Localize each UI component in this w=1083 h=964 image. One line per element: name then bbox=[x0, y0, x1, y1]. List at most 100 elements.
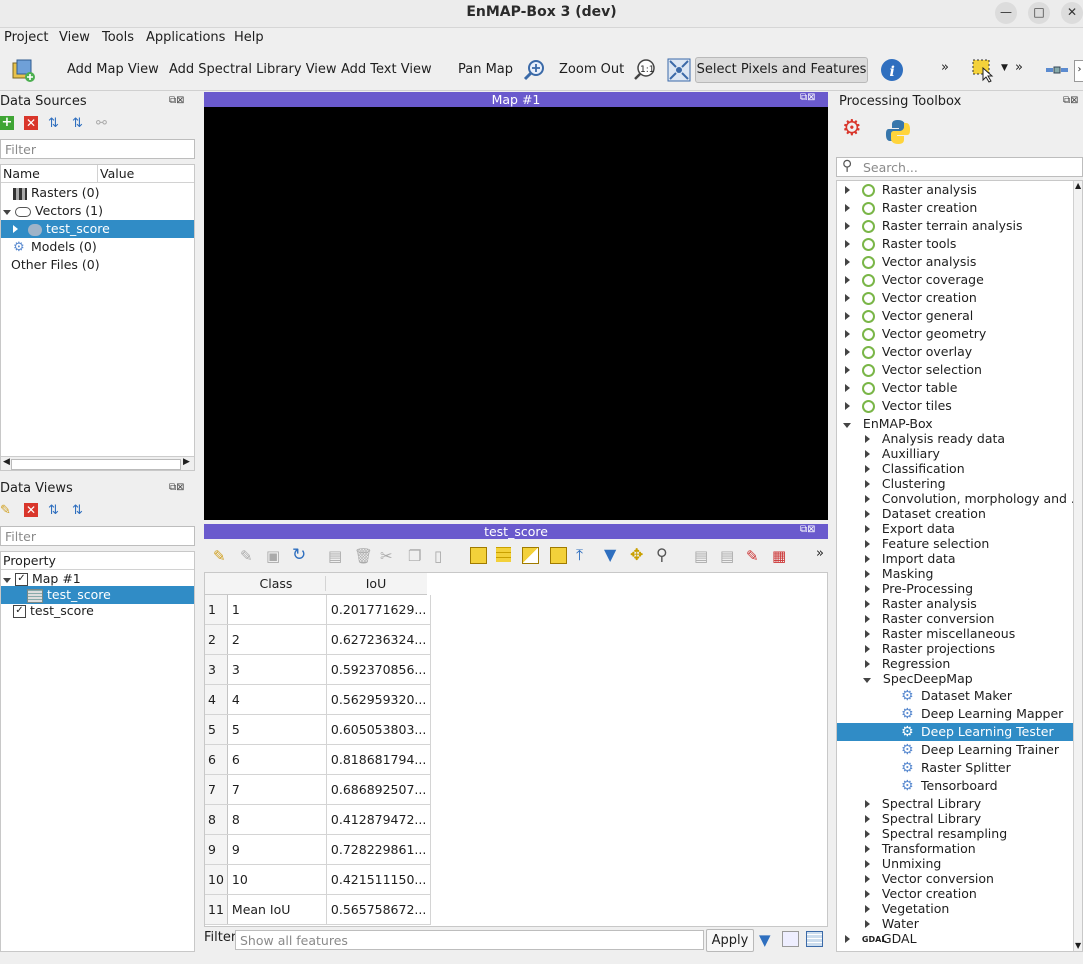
table-row[interactable]: 8 8 0.412879472... bbox=[205, 804, 432, 835]
class-cell[interactable]: Mean IoU bbox=[227, 894, 327, 925]
column-header-property[interactable]: Property bbox=[1, 552, 194, 570]
processing-tool[interactable]: ⚙ Deep Learning Trainer bbox=[837, 741, 1082, 759]
column-header-name[interactable]: Name bbox=[1, 165, 99, 183]
row-number[interactable]: 6 bbox=[205, 744, 228, 775]
processing-tool[interactable]: ⚙ Tensorboard bbox=[837, 777, 1082, 795]
expand-arrow-icon[interactable] bbox=[3, 578, 11, 583]
tree-item-test-score-view[interactable]: ✓ test_score bbox=[1, 602, 194, 620]
toolbar-scroll-right-icon[interactable]: › bbox=[1074, 60, 1083, 82]
processing-group[interactable]: Vector creation bbox=[837, 289, 1082, 307]
new-field-icon[interactable]: ▤ bbox=[694, 547, 708, 565]
delete-field-icon[interactable]: ▤ bbox=[720, 547, 734, 565]
toolbar-overflow-icon-2[interactable]: » bbox=[1015, 60, 1023, 75]
delete-feature-icon[interactable]: 🗑 bbox=[354, 547, 373, 565]
expand-arrow-icon[interactable] bbox=[865, 830, 870, 838]
row-number[interactable]: 2 bbox=[205, 624, 228, 655]
processing-search-input[interactable]: Search... bbox=[836, 157, 1083, 177]
maximize-button[interactable]: □ bbox=[1028, 2, 1050, 24]
column-header-iou[interactable]: IoU bbox=[326, 576, 426, 591]
expand-arrow-icon[interactable] bbox=[845, 204, 850, 212]
horizontal-scrollbar[interactable]: ◀ ▶ bbox=[1, 456, 194, 470]
add-spectral-library-view-button[interactable]: Add Spectral Library View bbox=[169, 62, 337, 77]
table-row[interactable]: 7 7 0.686892507... bbox=[205, 774, 432, 805]
expand-arrow-icon[interactable] bbox=[845, 935, 850, 943]
multi-edit-icon[interactable]: ✎ bbox=[240, 547, 253, 565]
class-cell[interactable]: 1 bbox=[227, 595, 327, 625]
expand-arrow-icon[interactable] bbox=[865, 525, 870, 533]
reload-icon[interactable]: ↻ bbox=[292, 545, 306, 565]
paste-icon[interactable]: ▯ bbox=[434, 547, 442, 565]
expand-arrow-icon[interactable] bbox=[865, 860, 870, 868]
expand-arrow-icon[interactable] bbox=[3, 210, 11, 215]
expand-arrow-icon[interactable] bbox=[845, 240, 850, 248]
processing-gear-icon[interactable]: ⚙ bbox=[842, 116, 862, 141]
menu-project[interactable]: Project bbox=[4, 30, 48, 45]
row-number[interactable]: 10 bbox=[205, 864, 228, 895]
iou-cell[interactable]: 0.686892507... bbox=[326, 774, 432, 805]
pan-to-selection-icon[interactable]: ✥ bbox=[630, 545, 643, 564]
expand-arrow-icon[interactable] bbox=[865, 555, 870, 563]
processing-subgroup-specdeepmap[interactable]: SpecDeepMap bbox=[837, 670, 1082, 688]
iou-cell[interactable]: 0.562959320... bbox=[326, 684, 432, 715]
row-number[interactable]: 8 bbox=[205, 804, 228, 835]
zoom-in-icon[interactable] bbox=[521, 57, 547, 83]
expand-all-icon[interactable]: ⇅ bbox=[72, 116, 83, 131]
table-row[interactable]: 3 3 0.592370856... bbox=[205, 654, 432, 685]
iou-cell[interactable]: 0.412879472... bbox=[326, 804, 432, 835]
add-text-view-button[interactable]: Add Text View bbox=[341, 62, 432, 77]
satellite-icon[interactable] bbox=[1044, 57, 1070, 83]
expand-arrow-icon[interactable] bbox=[865, 450, 870, 458]
expand-arrow-icon[interactable] bbox=[865, 815, 870, 823]
row-number[interactable]: 11 bbox=[205, 894, 228, 925]
deselect-all-icon[interactable] bbox=[550, 547, 567, 564]
expand-arrow-icon[interactable] bbox=[865, 585, 870, 593]
expand-arrow-icon[interactable] bbox=[845, 294, 850, 302]
expand-arrow-icon[interactable] bbox=[865, 920, 870, 928]
scroll-right-icon[interactable]: ▶ bbox=[183, 457, 190, 467]
add-feature-icon[interactable]: ▤ bbox=[328, 547, 342, 565]
class-cell[interactable]: 10 bbox=[227, 864, 327, 895]
cut-icon[interactable]: ✂ bbox=[380, 547, 393, 565]
expand-arrow-icon[interactable] bbox=[865, 660, 870, 668]
select-by-expression-icon[interactable] bbox=[470, 547, 487, 564]
processing-group[interactable]: Vector table bbox=[837, 379, 1082, 397]
expand-arrow-icon[interactable] bbox=[845, 384, 850, 392]
field-calculator-icon[interactable]: ✎ bbox=[746, 547, 759, 565]
expand-arrow-icon[interactable] bbox=[865, 875, 870, 883]
expand-arrow-icon[interactable] bbox=[865, 905, 870, 913]
expand-arrow-icon[interactable] bbox=[845, 276, 850, 284]
zoom-out-button[interactable]: Zoom Out bbox=[559, 62, 624, 77]
expand-arrow-icon[interactable] bbox=[865, 630, 870, 638]
table-row[interactable]: 6 6 0.818681794... bbox=[205, 744, 432, 775]
expand-arrow-icon[interactable] bbox=[845, 186, 850, 194]
select-dropdown-icon[interactable]: ▼ bbox=[1001, 63, 1008, 73]
collapse-arrow-icon[interactable] bbox=[843, 423, 851, 428]
data-views-filter-input[interactable]: Filter bbox=[0, 526, 195, 546]
attribute-table-float-close-icons[interactable]: ⧉⊠ bbox=[800, 524, 816, 535]
tree-item-vectors[interactable]: Vectors (1) bbox=[1, 202, 194, 220]
advanced-filter-icon[interactable]: ▼ bbox=[759, 931, 771, 949]
scrollbar-handle[interactable] bbox=[11, 459, 181, 470]
table-view-icon[interactable] bbox=[806, 931, 823, 947]
menu-tools[interactable]: Tools bbox=[102, 30, 134, 45]
expand-arrow-icon[interactable] bbox=[865, 615, 870, 623]
class-cell[interactable]: 3 bbox=[227, 654, 327, 685]
table-row[interactable]: 10 10 0.421511150... bbox=[205, 864, 432, 895]
processing-tool[interactable]: ⚙ Raster Splitter bbox=[837, 759, 1082, 777]
views-collapse-icon[interactable]: ⇅ bbox=[48, 503, 59, 518]
conditional-formatting-icon[interactable]: ▦ bbox=[772, 547, 786, 565]
expand-arrow-icon[interactable] bbox=[865, 600, 870, 608]
add-map-view-button[interactable]: Add Map View bbox=[67, 62, 159, 77]
collapse-all-icon[interactable]: ⇅ bbox=[48, 116, 59, 131]
processing-group[interactable]: Vector analysis bbox=[837, 253, 1082, 271]
iou-cell[interactable]: 0.818681794... bbox=[326, 744, 432, 775]
processing-group[interactable]: Raster analysis bbox=[837, 181, 1082, 199]
processing-tool[interactable]: ⚙ Dataset Maker bbox=[837, 687, 1082, 705]
row-number[interactable]: 9 bbox=[205, 834, 228, 865]
expand-arrow-icon[interactable] bbox=[865, 510, 870, 518]
class-cell[interactable]: 8 bbox=[227, 804, 327, 835]
collapse-arrow-icon[interactable] bbox=[13, 225, 18, 233]
class-cell[interactable]: 9 bbox=[227, 834, 327, 865]
column-header-value[interactable]: Value bbox=[97, 165, 194, 183]
edit-view-icon[interactable]: ✎ bbox=[0, 503, 11, 518]
